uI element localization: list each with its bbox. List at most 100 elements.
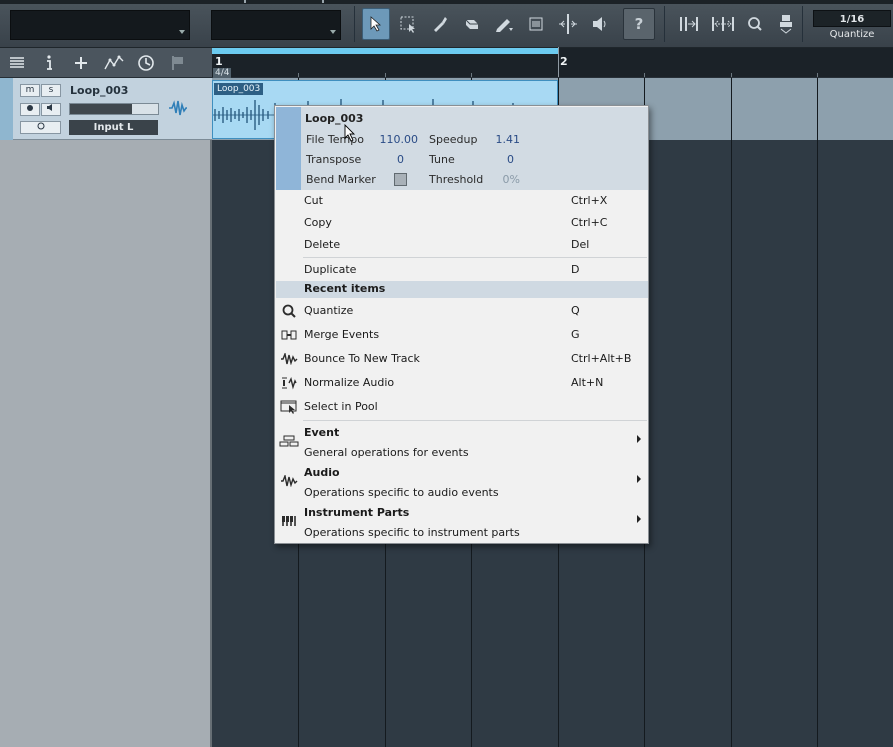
quantize-icon bbox=[278, 304, 300, 318]
volume-fader[interactable] bbox=[69, 103, 159, 115]
menu-item-shortcut: Q bbox=[571, 304, 580, 317]
bend-marker-checkbox[interactable] bbox=[394, 173, 407, 186]
menu-item-label: Bounce To New Track bbox=[304, 352, 420, 365]
audio-wave-icon bbox=[278, 474, 300, 488]
bend-marker-label: Bend Marker bbox=[306, 173, 376, 186]
menu-item-delete[interactable]: Delete Del bbox=[276, 234, 648, 256]
menu-item-normalize-audio[interactable]: Normalize Audio Alt+N bbox=[276, 372, 648, 394]
listen-tool-button[interactable] bbox=[586, 8, 614, 40]
tempo-follow-button[interactable] bbox=[20, 121, 61, 134]
help-button[interactable]: ? bbox=[623, 8, 655, 40]
snap-button[interactable] bbox=[675, 8, 703, 40]
split-tool-button[interactable] bbox=[426, 8, 454, 40]
main-toolbar: ? 1/16 Quantize bbox=[0, 0, 893, 48]
tempo-circle-icon bbox=[37, 122, 44, 130]
mute-tool-icon bbox=[529, 17, 543, 31]
speedup-label: Speedup bbox=[429, 133, 478, 146]
audio-track-wave-icon bbox=[168, 100, 188, 120]
ruler-tick bbox=[471, 73, 472, 77]
ruler-bar-line bbox=[558, 47, 559, 77]
submenu-title: Event bbox=[304, 426, 340, 439]
menu-item-cut[interactable]: Cut Ctrl+X bbox=[276, 190, 648, 212]
submenu-audio[interactable]: Audio Operations specific to audio event… bbox=[276, 462, 648, 502]
list-menu-icon[interactable] bbox=[6, 52, 28, 74]
menu-separator bbox=[303, 420, 647, 421]
submenu-title: Instrument Parts bbox=[304, 506, 410, 519]
loop-range[interactable] bbox=[212, 48, 558, 54]
threshold-value[interactable]: 0% bbox=[494, 173, 520, 186]
submenu-description: General operations for events bbox=[304, 446, 469, 459]
snap-grid-icon bbox=[712, 17, 734, 31]
menu-item-shortcut: D bbox=[571, 263, 580, 276]
event-inspector-panel: Loop_003 File Tempo 110.00 Speedup 1.41 … bbox=[276, 107, 648, 190]
speaker-icon bbox=[593, 17, 606, 31]
menu-item-copy[interactable]: Copy Ctrl+C bbox=[276, 212, 648, 234]
track-row[interactable]: m s Loop_003 Input L bbox=[0, 78, 212, 140]
snap-grid-button[interactable] bbox=[707, 8, 739, 40]
menu-item-quantize[interactable]: Quantize Q bbox=[276, 300, 648, 322]
tune-value[interactable]: 0 bbox=[494, 153, 514, 166]
quantize-selector[interactable]: 1/16 Quantize bbox=[813, 10, 891, 43]
monitor-button[interactable] bbox=[41, 103, 61, 116]
submenu-instrument-parts[interactable]: Instrument Parts Operations specific to … bbox=[276, 502, 648, 542]
menu-item-label: Select in Pool bbox=[304, 400, 378, 413]
preset-dropdown-left[interactable] bbox=[10, 10, 190, 40]
speedup-value[interactable]: 1.41 bbox=[486, 133, 521, 146]
file-tempo-value[interactable]: 110.00 bbox=[372, 133, 419, 146]
submenu-description: Operations specific to audio events bbox=[304, 486, 499, 499]
submenu-arrow-icon bbox=[637, 435, 641, 443]
menu-item-label: Duplicate bbox=[304, 263, 357, 276]
submenu-event[interactable]: Event General operations for events bbox=[276, 422, 648, 462]
menu-item-duplicate[interactable]: Duplicate D bbox=[276, 259, 648, 281]
record-panel-button[interactable] bbox=[772, 8, 800, 40]
transpose-value[interactable]: 0 bbox=[386, 153, 404, 166]
quantize-value: 1/16 bbox=[813, 10, 891, 27]
pencil-tool-icon bbox=[496, 19, 513, 32]
bend-tool-button[interactable] bbox=[554, 8, 582, 40]
normalize-icon bbox=[278, 376, 300, 390]
menu-item-label: Quantize bbox=[304, 304, 354, 317]
toolbar-top-strip bbox=[0, 0, 893, 4]
menu-item-bounce-to-new-track[interactable]: Bounce To New Track Ctrl+Alt+B bbox=[276, 348, 648, 370]
add-track-icon[interactable] bbox=[70, 52, 92, 74]
timeline-ruler[interactable]: 1 2 bbox=[212, 47, 893, 78]
menu-item-label: Cut bbox=[304, 194, 323, 207]
event-icon bbox=[278, 434, 300, 448]
bar-1-label: 1 bbox=[215, 55, 223, 68]
threshold-label: Threshold bbox=[429, 173, 484, 186]
recent-items-title: Recent items bbox=[304, 282, 386, 295]
range-tool-icon bbox=[400, 16, 415, 33]
timebase-clock-icon[interactable] bbox=[135, 52, 157, 74]
instrument-parts-icon bbox=[278, 514, 300, 528]
track-list: m s Loop_003 Input L bbox=[0, 78, 212, 747]
info-icon[interactable] bbox=[38, 52, 60, 74]
automation-icon[interactable] bbox=[103, 52, 125, 74]
ruler-tick bbox=[731, 73, 732, 77]
paint-tool-button[interactable] bbox=[490, 8, 518, 40]
record-arm-button[interactable] bbox=[20, 103, 40, 116]
input-selector[interactable]: Input L bbox=[69, 120, 158, 135]
quantize-button[interactable] bbox=[741, 8, 769, 40]
menu-item-label: Delete bbox=[304, 238, 341, 251]
track-list-toolbar bbox=[0, 48, 212, 78]
menu-item-select-in-pool[interactable]: Select in Pool bbox=[276, 396, 648, 418]
merge-events-icon bbox=[278, 328, 300, 342]
help-label: ? bbox=[634, 15, 644, 33]
menu-item-label: Copy bbox=[304, 216, 332, 229]
quantize-q-icon bbox=[748, 17, 762, 31]
marker-flag-icon[interactable] bbox=[167, 52, 189, 74]
menu-item-merge-events[interactable]: Merge Events G bbox=[276, 324, 648, 346]
time-signature-label: 4/4 bbox=[213, 68, 232, 78]
track-name[interactable]: Loop_003 bbox=[70, 84, 128, 97]
preset-dropdown-right[interactable] bbox=[211, 10, 341, 40]
arrow-tool-button[interactable] bbox=[362, 8, 390, 40]
solo-button[interactable]: s bbox=[41, 84, 61, 97]
submenu-title: Audio bbox=[304, 466, 340, 479]
mute-button[interactable]: m bbox=[20, 84, 40, 97]
arrow-tool-icon bbox=[370, 16, 382, 32]
menu-item-label: Normalize Audio bbox=[304, 376, 395, 389]
mute-tool-button[interactable] bbox=[522, 8, 550, 40]
eraser-tool-icon bbox=[465, 19, 478, 29]
eraser-tool-button[interactable] bbox=[458, 8, 486, 40]
range-tool-button[interactable] bbox=[394, 8, 422, 40]
